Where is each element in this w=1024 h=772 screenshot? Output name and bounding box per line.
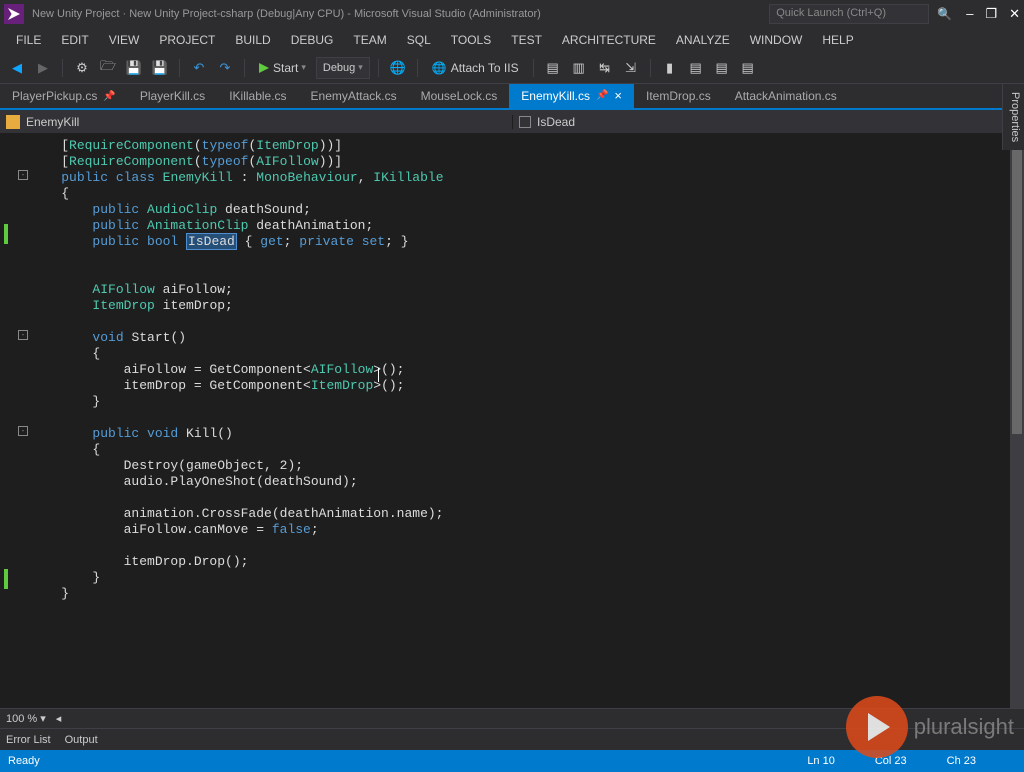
tab-playerpickup-cs[interactable]: PlayerPickup.cs📌 [0, 84, 128, 108]
save-icon[interactable]: 💾 [123, 57, 145, 79]
tool-icon-3[interactable]: ↹ [594, 57, 616, 79]
start-button[interactable]: Start ▾ [253, 59, 312, 77]
tool-icon-7[interactable]: ▤ [711, 57, 733, 79]
maximize-button[interactable]: ❐ [985, 6, 997, 22]
play-badge-icon [846, 696, 908, 758]
window-title: New Unity Project · New Unity Project-cs… [32, 8, 769, 20]
menu-debug[interactable]: DEBUG [281, 29, 344, 51]
property-icon [519, 116, 531, 128]
text-cursor [378, 368, 379, 382]
menu-analyze[interactable]: ANALYZE [666, 29, 740, 51]
main-toolbar: ◀ ▶ ⚙ 🗁 💾 💾 ↶ ↷ Start ▾ Debug▾ 🌐 🌐 Attac… [0, 52, 1024, 84]
status-line: Ln 10 [807, 755, 835, 767]
menu-architecture[interactable]: ARCHITECTURE [552, 29, 666, 51]
tab-playerkill-cs[interactable]: PlayerKill.cs [128, 84, 217, 108]
undo-icon[interactable]: ↶ [188, 57, 210, 79]
menu-help[interactable]: HELP [812, 29, 863, 51]
nav-forward-button[interactable]: ▶ [32, 57, 54, 79]
fold-toggle[interactable]: - [18, 170, 28, 180]
play-icon [259, 63, 269, 73]
status-ready: Ready [8, 755, 40, 767]
fold-toggle[interactable]: - [18, 330, 28, 340]
pluralsight-watermark: pluralsight [846, 696, 1014, 758]
tab-ikillable-cs[interactable]: IKillable.cs [217, 84, 298, 108]
tab-enemykill-cs[interactable]: EnemyKill.cs📌× [509, 84, 634, 108]
change-marker [4, 569, 8, 589]
vs-logo-icon [4, 4, 24, 24]
editor-gutter: - - - [0, 134, 30, 708]
horizontal-scroll-left[interactable]: ◂ [56, 712, 62, 725]
minimize-button[interactable]: – [966, 6, 973, 22]
menu-window[interactable]: WINDOW [740, 29, 813, 51]
new-project-icon[interactable]: ⚙ [71, 57, 93, 79]
search-icon[interactable]: 🔍 [937, 7, 952, 21]
open-file-icon[interactable]: 🗁 [97, 57, 119, 79]
menu-view[interactable]: VIEW [99, 29, 150, 51]
tab-enemyattack-cs[interactable]: EnemyAttack.cs [299, 84, 409, 108]
class-dropdown[interactable]: EnemyKill [0, 115, 512, 129]
navigation-bar: EnemyKill IsDead [0, 110, 1024, 134]
panel-tab-error-list[interactable]: Error List [6, 734, 51, 746]
change-marker [4, 224, 8, 244]
globe-icon: 🌐 [432, 61, 447, 75]
menu-build[interactable]: BUILD [225, 29, 280, 51]
config-dropdown[interactable]: Debug▾ [316, 57, 370, 79]
menu-team[interactable]: TEAM [343, 29, 396, 51]
fold-toggle[interactable]: - [18, 426, 28, 436]
menu-project[interactable]: PROJECT [149, 29, 225, 51]
menu-test[interactable]: TEST [501, 29, 552, 51]
tab-itemdrop-cs[interactable]: ItemDrop.cs [634, 84, 723, 108]
nav-back-button[interactable]: ◀ [6, 57, 28, 79]
close-button[interactable]: ✕ [1009, 6, 1020, 22]
title-bar: New Unity Project · New Unity Project-cs… [0, 0, 1024, 28]
scroll-thumb[interactable] [1012, 134, 1022, 434]
tool-icon-6[interactable]: ▤ [685, 57, 707, 79]
tool-icon-5[interactable]: ▮ [659, 57, 681, 79]
attach-iis-button[interactable]: 🌐 Attach To IIS [426, 59, 525, 77]
browser-icon[interactable]: 🌐 [387, 57, 409, 79]
chevron-down-icon[interactable]: ▾ [40, 712, 46, 725]
tool-icon-2[interactable]: ▥ [568, 57, 590, 79]
menu-tools[interactable]: TOOLS [441, 29, 501, 51]
class-icon [6, 115, 20, 129]
menu-edit[interactable]: EDIT [51, 29, 98, 51]
vertical-scrollbar[interactable] [1010, 134, 1024, 708]
quick-launch-input[interactable]: Quick Launch (Ctrl+Q) [769, 4, 929, 24]
tool-icon-8[interactable]: ▤ [737, 57, 759, 79]
menu-bar: FILEEDITVIEWPROJECTBUILDDEBUGTEAMSQLTOOL… [0, 28, 1024, 52]
pin-icon[interactable]: 📌 [103, 91, 115, 102]
tab-mouselock-cs[interactable]: MouseLock.cs [409, 84, 510, 108]
redo-icon[interactable]: ↷ [214, 57, 236, 79]
document-tabs: PlayerPickup.cs📌PlayerKill.csIKillable.c… [0, 84, 1024, 110]
pin-icon[interactable]: 📌 [596, 90, 608, 101]
member-dropdown[interactable]: IsDead [512, 115, 1024, 129]
tool-icon-1[interactable]: ▤ [542, 57, 564, 79]
menu-file[interactable]: FILE [6, 29, 51, 51]
code-editor[interactable]: - - - [RequireComponent(typeof(ItemDrop)… [0, 134, 1024, 708]
tab-attackanimation-cs[interactable]: AttackAnimation.cs [723, 84, 849, 108]
save-all-icon[interactable]: 💾 [149, 57, 171, 79]
zoom-level[interactable]: 100 % [6, 713, 37, 725]
properties-panel-tab[interactable]: Properties [1002, 84, 1024, 150]
menu-sql[interactable]: SQL [397, 29, 441, 51]
close-icon[interactable]: × [614, 88, 622, 103]
code-content[interactable]: [RequireComponent(typeof(ItemDrop))] [Re… [30, 134, 1010, 708]
tool-icon-4[interactable]: ⇲ [620, 57, 642, 79]
panel-tab-output[interactable]: Output [65, 734, 98, 746]
